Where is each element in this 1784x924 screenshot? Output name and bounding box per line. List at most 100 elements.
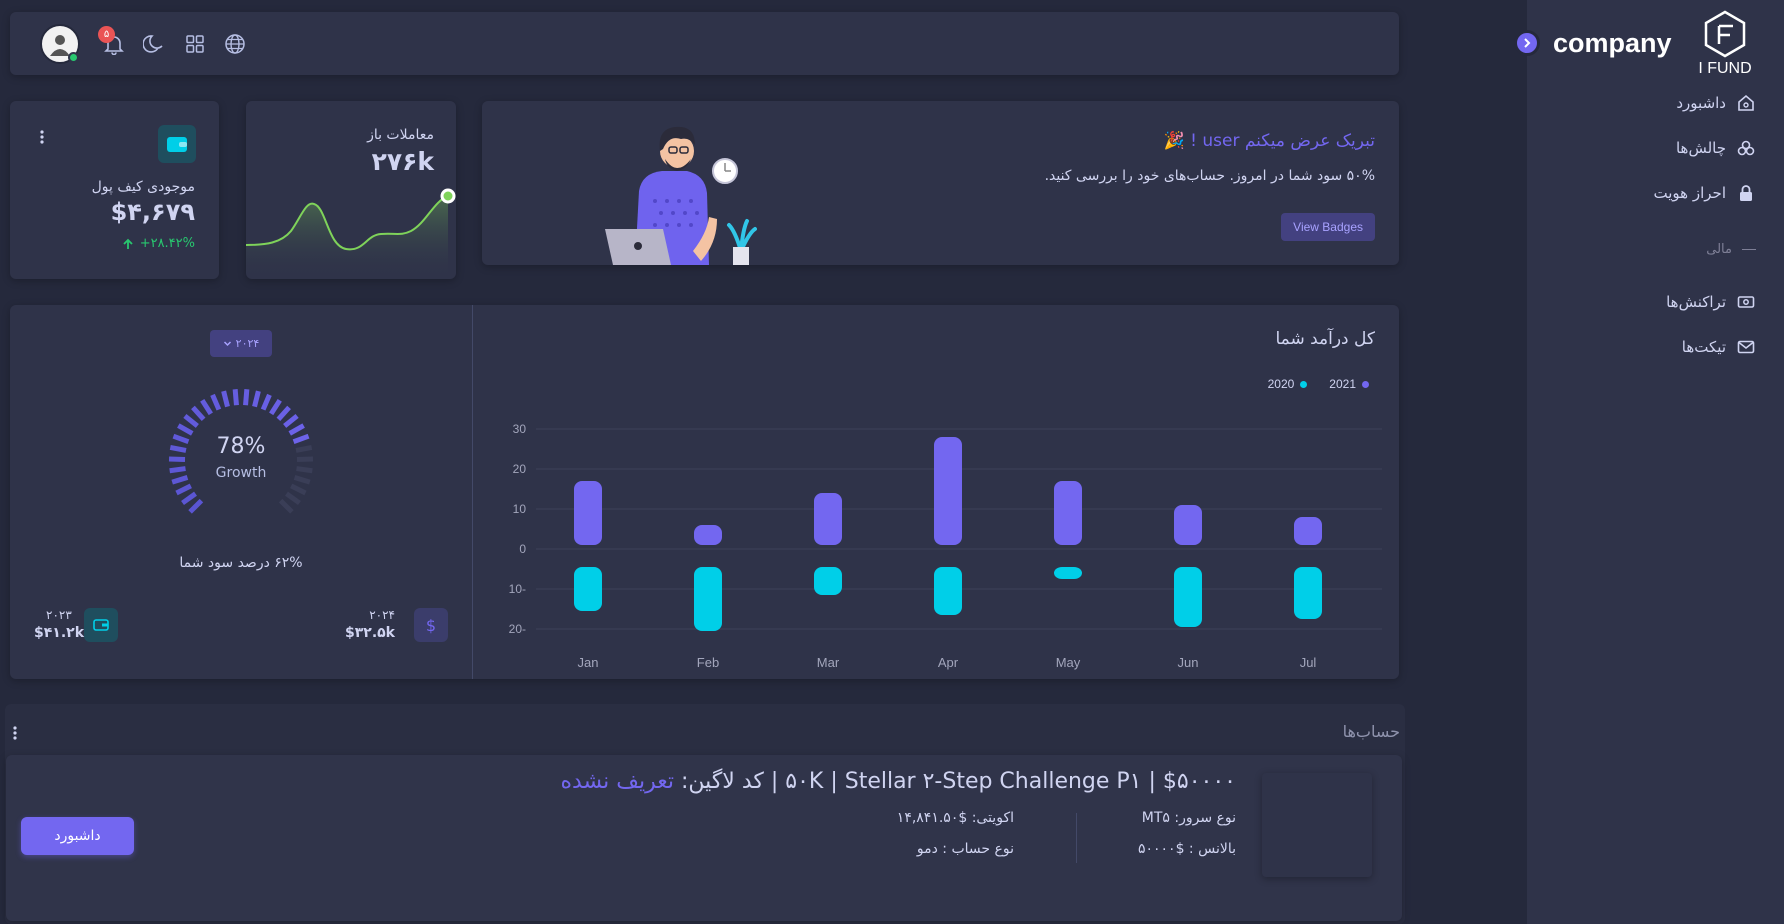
revenue-card: ۲۰۲۴ 78% Growth ۶۲% درصد سود شما $ ۲۰۲۴ …	[10, 305, 1399, 679]
mail-icon	[1736, 337, 1756, 357]
gauge-tick	[177, 423, 194, 436]
gauge-tick	[260, 393, 272, 411]
wallet-menu-button[interactable]	[34, 127, 50, 147]
gauge-tick	[269, 398, 282, 416]
sidebar-item-dashboard[interactable]: داشبورد	[1676, 93, 1756, 113]
account-thumbnail	[1262, 773, 1372, 877]
balance: بالانس : $۵۰۰۰۰	[1137, 841, 1236, 857]
x-tick-label: Jun	[1178, 655, 1199, 670]
notification-badge: ۵	[98, 26, 115, 43]
wallet-card: موجودی کیف پول $۴,۶۷۹ +۲۸.۴۲%	[10, 101, 219, 279]
more-vertical-icon	[13, 726, 17, 740]
legend-marker	[1300, 380, 1308, 388]
sidebar-item-label: چالش‌ها	[1675, 139, 1726, 157]
legend-item-2020: 2020	[1268, 377, 1308, 391]
dollar-icon: $	[425, 615, 437, 635]
welcome-card: تبریک عرض میکنم user ! 🎉 ۵۰% سود شما در …	[482, 101, 1399, 265]
theme-toggle-button[interactable]	[140, 30, 168, 58]
globe-icon	[225, 34, 245, 54]
sidebar-item-challenges[interactable]: چالش‌ها	[1676, 138, 1756, 158]
lock-icon	[1736, 183, 1756, 203]
sidebar-item-tickets[interactable]: تیکت‌ها	[1682, 337, 1756, 357]
open-trades-card: معاملات باز ۲۷۶k	[246, 101, 456, 279]
user-avatar[interactable]	[40, 24, 80, 64]
view-badges-button[interactable]: View Badges	[1281, 213, 1375, 241]
brand-logo[interactable]: I FUND	[1679, 10, 1771, 78]
gauge-tick	[181, 491, 197, 506]
stat-2024-year: ۲۰۲۴	[369, 608, 395, 622]
bar-2020	[934, 567, 962, 615]
bar-2021	[1054, 481, 1082, 545]
shortcuts-button[interactable]	[181, 30, 209, 58]
arrow-up-icon	[123, 238, 133, 249]
sidebar-item-label: داشبورد	[1676, 94, 1726, 112]
more-vertical-icon	[40, 130, 44, 144]
notifications-button[interactable]: ۵	[98, 26, 128, 58]
bar-2021	[934, 437, 962, 545]
bar-2021	[814, 493, 842, 545]
gauge-tick	[278, 498, 294, 514]
account-title-text: $۵۰۰۰۰ | ۵۰K | Stellar ۲-Step Challenge …	[674, 769, 1236, 794]
bar-2020	[1294, 567, 1322, 619]
gauge-tick	[276, 405, 291, 421]
home-icon	[1736, 93, 1756, 113]
gauge-tick	[243, 389, 250, 406]
welcome-title: تبریک عرض میکنم user ! 🎉	[1163, 131, 1375, 151]
topbar: ۵	[10, 12, 1399, 75]
stat-2024-value: $۳۲.۵k	[344, 625, 395, 641]
wallet-label: موجودی کیف پول	[91, 179, 195, 195]
sparkline-endpoint	[440, 188, 456, 204]
account-title: $۵۰۰۰۰ | ۵۰K | Stellar ۲-Step Challenge …	[560, 769, 1236, 794]
revenue-divider	[472, 305, 473, 679]
sidebar-item-kyc[interactable]: احراز هویت	[1654, 183, 1756, 203]
revenue-bar-chart: 30 20 10 0 10- 20- Jan Feb Mar Apr May Jun Jul	[509, 422, 1382, 670]
stat-2023-year: ۲۰۲۳	[46, 608, 72, 622]
bar-2021	[1174, 505, 1202, 545]
x-tick-label: Jul	[1300, 655, 1317, 670]
x-tick-label: Jan	[578, 655, 599, 670]
language-button[interactable]	[221, 30, 249, 58]
profit-text: ۶۲% درصد سود شما	[179, 555, 303, 571]
x-tick-label: Feb	[697, 655, 719, 670]
open-trades-label: معاملات باز	[367, 127, 434, 143]
equity: اکویتی: $۱۴,۸۴۱.۵۰	[896, 810, 1014, 826]
y-tick-label: 30	[513, 422, 527, 436]
wallet-change-text: +۲۸.۴۲%	[139, 236, 195, 251]
account-dashboard-button[interactable]: داشبورد	[21, 817, 134, 855]
wallet-change: +۲۸.۴۲%	[122, 236, 195, 251]
year-select-label: ۲۰۲۴	[235, 337, 260, 350]
sidebar: I FUND company داشبورد چالش‌ها احراز هوی…	[1514, 0, 1784, 924]
wallet-icon	[167, 137, 187, 152]
brand-name: company	[1553, 28, 1672, 58]
growth-gauge	[168, 389, 314, 514]
stat-2023-value: $۴۱.۲k	[34, 625, 85, 641]
gauge-tick	[188, 498, 204, 514]
dollar-icon-tile: $	[414, 608, 448, 642]
gauge-tick	[210, 393, 222, 411]
open-trades-sparkline	[246, 188, 456, 279]
wallet-value: $۴,۶۷۹	[110, 198, 195, 226]
brand-logo-text: I FUND	[1698, 60, 1752, 77]
chevron-down-icon	[223, 341, 231, 347]
sidebar-item-label: تیکت‌ها	[1681, 338, 1726, 356]
bar-2021	[694, 525, 722, 545]
sidebar-toggle-button[interactable]	[1514, 30, 1540, 56]
wallet-icon-tile	[158, 125, 196, 163]
account-type: نوع حساب : دمو	[916, 841, 1014, 857]
y-tick-label: 10-	[509, 582, 526, 596]
accounts-menu-button[interactable]	[8, 724, 22, 742]
challenge-icon	[1736, 138, 1756, 158]
year-select-button[interactable]: ۲۰۲۴	[210, 330, 272, 357]
online-status-dot	[68, 52, 79, 63]
gauge-tick	[288, 423, 305, 436]
x-tick-label: May	[1056, 655, 1081, 670]
cash-icon	[1736, 292, 1756, 312]
moon-icon	[143, 35, 163, 53]
accounts-title: حساب‌ها	[1342, 722, 1400, 741]
login-code: تعریف نشده	[560, 769, 675, 794]
section-label: مالی	[1706, 242, 1732, 257]
sidebar-item-transactions[interactable]: تراکنش‌ها	[1666, 292, 1756, 312]
x-tick-label: Mar	[817, 655, 840, 670]
welcome-subtitle: ۵۰% سود شما در امروز. حساب‌های خود را بر…	[1044, 168, 1375, 184]
legend-label: 2021	[1329, 377, 1356, 391]
